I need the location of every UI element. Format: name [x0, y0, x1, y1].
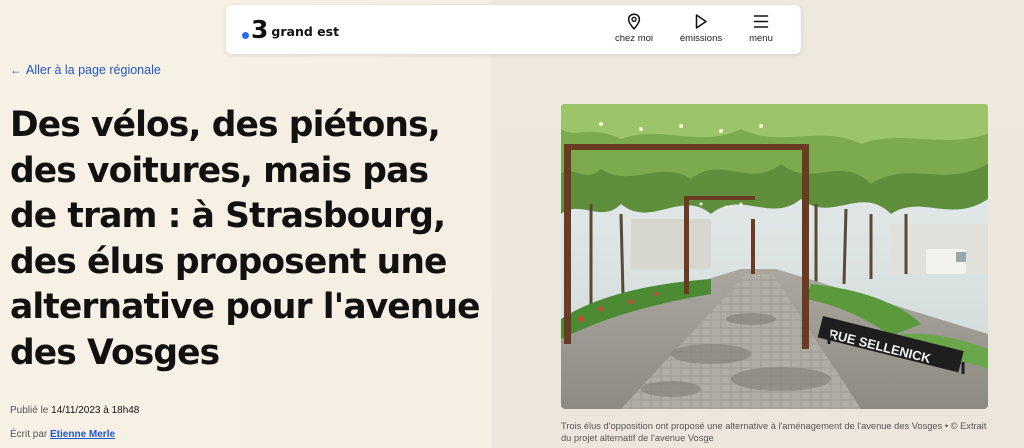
- publication-date: Publié le 14/11/2023 à 18h48: [10, 405, 139, 416]
- back-to-region-link[interactable]: ← Aller à la page régionale: [10, 63, 161, 77]
- play-icon: [695, 14, 707, 29]
- nav-label: chez moi: [614, 33, 653, 44]
- author-line: Écrit par Etienne Merle: [10, 429, 115, 440]
- hamburger-icon: [753, 15, 769, 28]
- logo-text: grand est: [271, 23, 340, 39]
- logo-number: 3: [251, 15, 268, 44]
- published-value: 14/11/2023 à 18h48: [51, 405, 140, 416]
- article-title: Des vélos, des piétons, des voitures, ma…: [10, 105, 481, 373]
- arrow-left-icon: ←: [10, 63, 22, 77]
- nav-chez-moi[interactable]: chez moi: [599, 13, 669, 44]
- logo-dot-icon: [242, 31, 249, 39]
- nav-label: menu: [749, 33, 773, 44]
- site-logo[interactable]: 3 grand est: [242, 17, 339, 43]
- published-prefix: Publié le: [10, 405, 49, 416]
- author-prefix: Écrit par: [10, 429, 48, 440]
- back-link-label: Aller à la page régionale: [26, 63, 161, 77]
- article-image[interactable]: RUE SELLENICK: [561, 104, 988, 409]
- author-link[interactable]: Etienne Merle: [50, 429, 115, 440]
- nav-label: émissions: [679, 33, 723, 44]
- location-pin-icon: [627, 13, 641, 30]
- street-rendering-illustration: RUE SELLENICK: [561, 104, 988, 409]
- site-header: 3 grand est chez moi émissions menu: [226, 5, 801, 54]
- nav-menu[interactable]: menu: [726, 13, 796, 44]
- image-caption: Trois élus d'opposition ont proposé une …: [561, 421, 987, 443]
